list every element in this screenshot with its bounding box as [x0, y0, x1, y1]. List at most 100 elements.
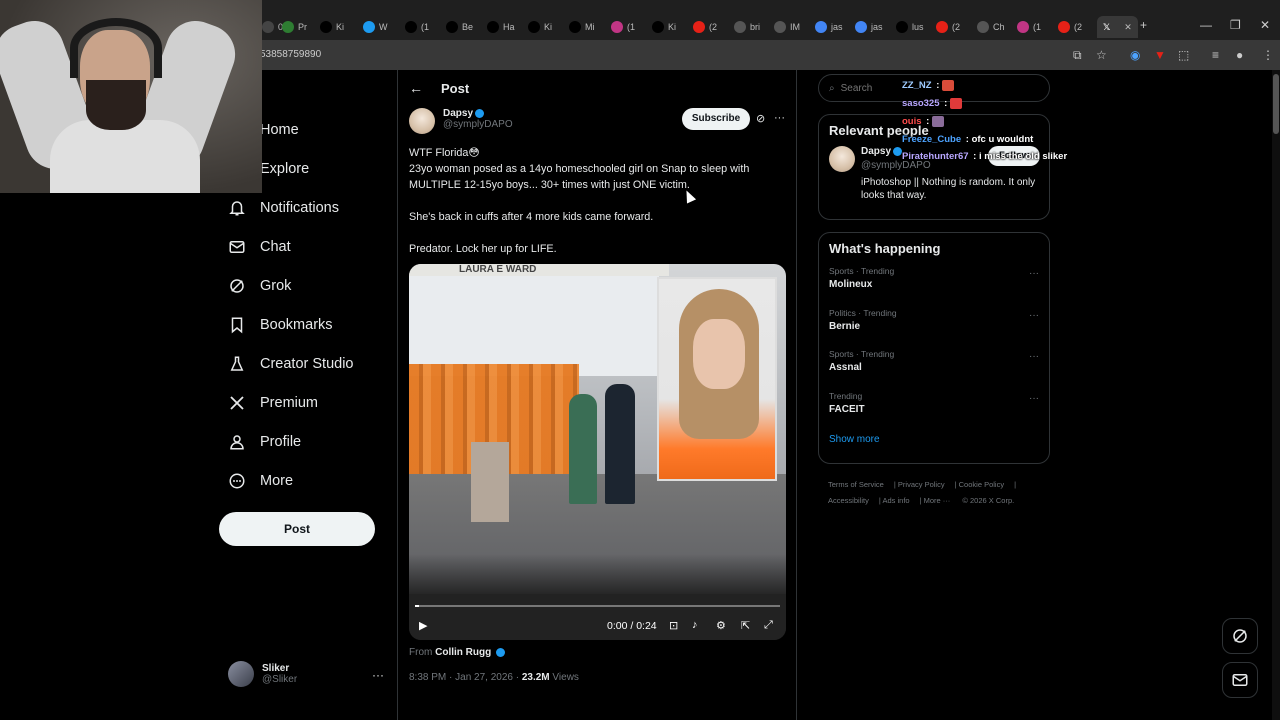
tab-label: (2 — [1074, 22, 1083, 32]
grok-fab-button[interactable] — [1222, 618, 1258, 654]
post-author[interactable]: Dapsy @symplyDAPO — [409, 108, 513, 134]
browser-tab[interactable]: Ki — [320, 16, 344, 38]
footer-link[interactable]: Cookie Policy — [959, 480, 1004, 489]
author-name[interactable]: Dapsy — [443, 108, 473, 119]
minimize-button[interactable]: — — [1200, 18, 1212, 32]
nav-chat[interactable]: Chat — [228, 238, 291, 256]
post-timestamp[interactable]: 8:38 PM · Jan 27, 2026 · — [409, 672, 522, 683]
settings-gear-icon[interactable]: ⚙ — [716, 619, 726, 632]
post-button[interactable]: Post — [219, 512, 375, 546]
back-arrow-icon[interactable]: ← — [409, 80, 423, 96]
trend-item[interactable]: Sports · Trending Assnal ··· — [819, 347, 1049, 389]
restore-button[interactable]: ❐ — [1230, 18, 1241, 32]
extensions-puzzle-icon[interactable]: ⬚ — [1178, 48, 1189, 62]
tab-label: jas — [831, 22, 843, 32]
bookmark-star-icon[interactable]: ☆ — [1096, 48, 1107, 62]
account-switcher[interactable]: Sliker @Sliker — [228, 661, 297, 687]
browser-tab[interactable]: (2 — [693, 16, 717, 38]
author-avatar[interactable] — [409, 108, 435, 134]
video-progress-bar[interactable] — [415, 605, 780, 607]
captions-icon[interactable]: ⊡ — [669, 619, 678, 632]
browser-tab[interactable]: 0 — [262, 16, 283, 38]
nav-profile[interactable]: Profile — [228, 433, 301, 451]
new-tab-button[interactable]: + — [1140, 18, 1147, 32]
browser-tab[interactable]: bri — [734, 16, 760, 38]
flask-icon — [228, 355, 246, 373]
footer-link[interactable]: Accessibility — [828, 496, 869, 505]
source-name[interactable]: Collin Rugg — [435, 647, 491, 658]
popout-icon[interactable]: ⇱ — [741, 619, 750, 632]
browser-tab[interactable]: Ki — [652, 16, 676, 38]
tab-label: jas — [871, 22, 883, 32]
nav-grok[interactable]: Grok — [228, 277, 291, 295]
show-more-link[interactable]: Show more — [819, 430, 1049, 453]
footer-link[interactable]: More ··· — [924, 496, 951, 505]
tab-favicon-icon — [815, 21, 827, 33]
nav-premium[interactable]: Premium — [228, 394, 318, 412]
url-field[interactable]: 53858759890 — [260, 49, 321, 60]
verified-badge-icon — [475, 108, 485, 118]
browser-tab[interactable]: (1 — [611, 16, 635, 38]
nav-more[interactable]: More — [228, 472, 293, 490]
footer-link[interactable]: Terms of Service — [828, 480, 884, 489]
browser-tab[interactable]: Ki — [528, 16, 552, 38]
author-handle[interactable]: @symplyDAPO — [443, 119, 513, 130]
browser-tab[interactable]: Be — [446, 16, 473, 38]
account-more-icon[interactable]: ··· — [372, 668, 384, 682]
browser-tab[interactable]: jas — [815, 16, 843, 38]
footer-link[interactable]: Privacy Policy — [898, 480, 945, 489]
volume-icon[interactable]: ♪ — [692, 619, 698, 631]
subscribe-button[interactable]: Subscribe — [682, 108, 750, 130]
trend-item[interactable]: Politics · Trending Bernie ··· — [819, 306, 1049, 348]
trend-item[interactable]: Trending FACEIT ··· — [819, 389, 1049, 431]
fullscreen-icon[interactable]: ⤢ — [764, 619, 773, 632]
messages-fab-button[interactable] — [1222, 662, 1258, 698]
post-video[interactable]: LAURA E WARD ▶ 0:00 / 0:24 ⊡ ♪ ⚙ ⇱ ⤢ — [409, 264, 786, 640]
chat-username: saso325 — [902, 98, 940, 110]
person-bio: iPhotoshop || Nothing is random. It only… — [861, 177, 1036, 201]
close-tab-icon[interactable]: ✕ — [1124, 22, 1132, 33]
browser-tab[interactable]: Ha — [487, 16, 515, 38]
chat-username: Freeze_Cube — [902, 134, 962, 145]
browser-tab[interactable]: Ch — [977, 16, 1005, 38]
page-scrollbar[interactable] — [1272, 70, 1280, 720]
grok-icon — [1233, 629, 1247, 643]
post-more-icon[interactable]: ··· — [774, 112, 785, 124]
browser-tab[interactable]: lus — [896, 16, 924, 38]
trend-item[interactable]: Sports · Trending Molineux ··· — [819, 264, 1049, 306]
browser-tab-active[interactable]: 𝕏 ✕ — [1097, 16, 1138, 38]
chat-username: ouis — [902, 116, 922, 128]
nav-creator-studio[interactable]: Creator Studio — [228, 355, 354, 373]
browser-tab[interactable]: IM — [774, 16, 800, 38]
browser-tab[interactable]: (1 — [405, 16, 429, 38]
browser-tab[interactable]: Pr — [282, 16, 307, 38]
browser-tab[interactable]: (2 — [1058, 16, 1082, 38]
trend-more-icon[interactable]: ··· — [1029, 351, 1039, 362]
chat-separator: : — [941, 98, 948, 110]
chat-message: ouis : — [902, 116, 945, 128]
avatar[interactable] — [829, 146, 855, 172]
play-icon[interactable]: ▶ — [419, 619, 427, 632]
browser-tab[interactable]: W — [363, 16, 388, 38]
browser-tab[interactable]: (2 — [936, 16, 960, 38]
browser-tab[interactable]: jas — [855, 16, 883, 38]
tab-favicon-icon — [734, 21, 746, 33]
copyright: © 2026 X Corp. — [962, 496, 1015, 505]
browser-tab[interactable]: (1 — [1017, 16, 1041, 38]
extension-icon[interactable]: ◉ — [1130, 48, 1140, 62]
trend-more-icon[interactable]: ··· — [1029, 310, 1039, 321]
media-controls-icon[interactable]: ≡ — [1212, 48, 1219, 62]
trend-more-icon[interactable]: ··· — [1029, 268, 1039, 279]
trend-more-icon[interactable]: ··· — [1029, 393, 1039, 404]
extension-icon[interactable]: ▼ — [1154, 48, 1166, 62]
browser-tab[interactable]: Mi — [569, 16, 595, 38]
person-name[interactable]: Dapsy — [861, 146, 891, 157]
close-window-button[interactable]: ✕ — [1260, 18, 1270, 32]
nav-notifications[interactable]: Notifications — [228, 199, 339, 217]
footer-link[interactable]: Ads info — [882, 496, 909, 505]
grok-icon[interactable]: ⊘ — [756, 112, 765, 125]
profile-avatar-icon[interactable]: ● — [1236, 48, 1243, 62]
browser-menu-icon[interactable]: ⋮ — [1262, 48, 1274, 62]
nav-bookmarks[interactable]: Bookmarks — [228, 316, 333, 334]
install-app-icon[interactable]: ⧉ — [1073, 48, 1082, 63]
